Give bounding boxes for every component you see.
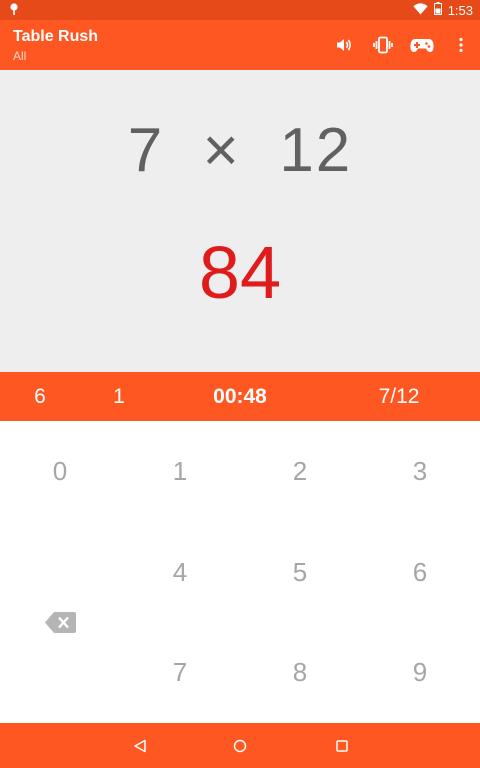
home-button[interactable] — [210, 723, 270, 768]
keypad: 0 1 2 3 4 5 6 7 8 9 — [0, 421, 480, 723]
backspace-icon — [44, 611, 76, 633]
wifi-icon — [413, 2, 428, 18]
key-0[interactable]: 0 — [0, 421, 120, 521]
stats-bar: 6 1 00:48 7/12 — [0, 372, 480, 421]
stat-second: 1 — [113, 385, 125, 408]
stat-first: 6 — [34, 385, 46, 408]
left-operand: 7 — [127, 116, 165, 185]
back-button[interactable] — [110, 723, 170, 768]
key-1[interactable]: 1 — [120, 421, 240, 521]
key-8[interactable]: 8 — [240, 622, 360, 722]
sound-toggle-button[interactable] — [324, 20, 363, 70]
timer: 00:48 — [213, 385, 267, 408]
pin-icon — [9, 3, 19, 21]
question-expression: 7 × 12 — [0, 115, 480, 186]
key-5[interactable]: 5 — [240, 522, 360, 622]
recents-button[interactable] — [312, 723, 372, 768]
home-icon — [233, 739, 247, 752]
battery-icon — [433, 2, 442, 18]
overflow-menu-button[interactable] — [441, 20, 480, 70]
key-3[interactable]: 3 — [360, 421, 480, 521]
multiply-operator: × — [202, 116, 241, 185]
question-area: 7 × 12 84 — [0, 70, 480, 372]
key-4[interactable]: 4 — [120, 522, 240, 622]
key-9[interactable]: 9 — [360, 622, 480, 722]
volume-icon — [336, 39, 351, 51]
nav-bar — [0, 723, 480, 768]
app-subtitle: All — [13, 49, 27, 63]
vibrate-icon — [372, 36, 393, 54]
key-2[interactable]: 2 — [240, 421, 360, 521]
back-icon — [134, 739, 146, 752]
vibrate-toggle-button[interactable] — [363, 20, 402, 70]
backspace-button[interactable] — [0, 572, 120, 672]
gamepad-icon — [409, 39, 434, 52]
app-actions — [324, 20, 480, 70]
right-operand: 12 — [279, 116, 353, 185]
recents-icon — [336, 739, 348, 752]
key-6[interactable]: 6 — [360, 522, 480, 622]
status-time: 1:53 — [447, 2, 473, 18]
app-title: Table Rush — [13, 28, 99, 45]
key-7[interactable]: 7 — [120, 622, 240, 722]
progress-counter: 7/12 — [378, 385, 420, 408]
app-bar: Table Rush All — [0, 20, 480, 70]
overflow-menu-icon — [458, 37, 463, 53]
answer-display: 84 — [198, 231, 282, 314]
status-bar: 1:53 — [0, 0, 480, 20]
games-button[interactable] — [402, 20, 441, 70]
